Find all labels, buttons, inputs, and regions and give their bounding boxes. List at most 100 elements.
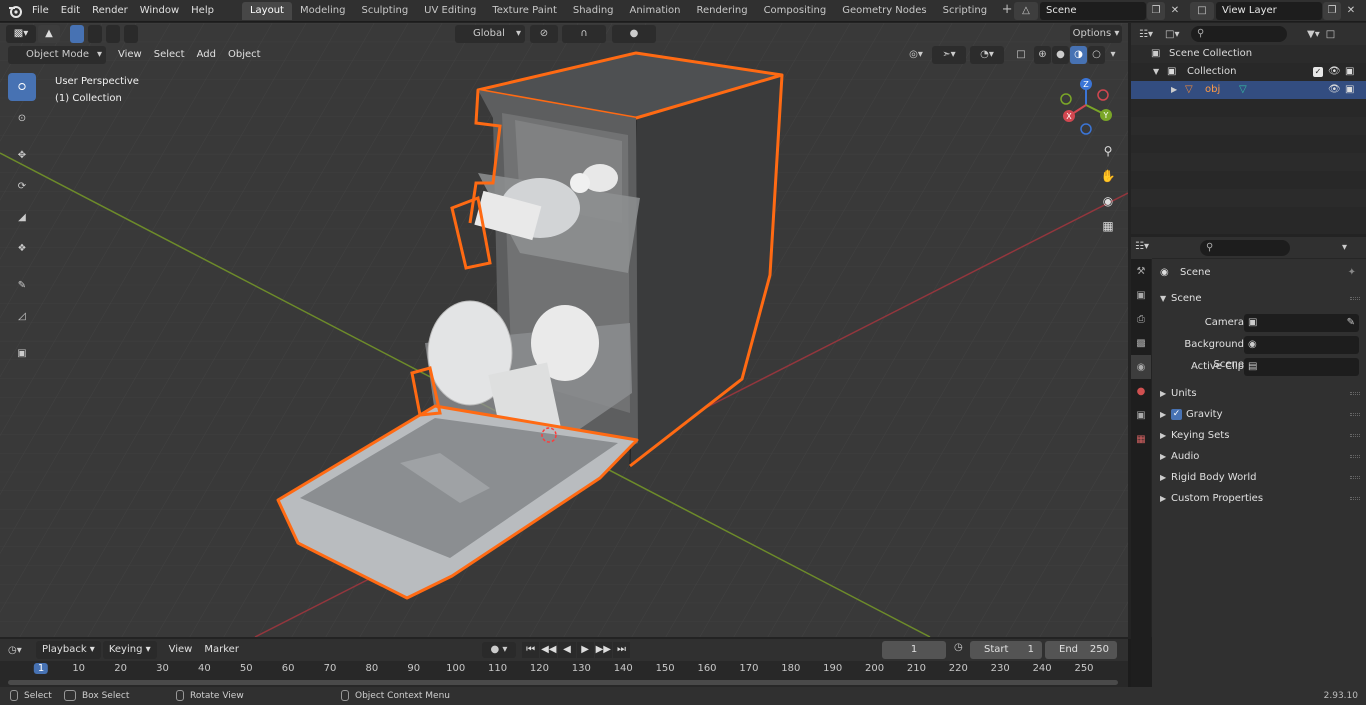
outliner-search-input[interactable]: ⚲: [1191, 26, 1287, 42]
audio-panel-header[interactable]: ▶ Audio: [1152, 446, 1366, 467]
gravity-panel-header[interactable]: ▶ ✓ Gravity: [1152, 404, 1366, 425]
select-box-tool-icon[interactable]: ⭘: [8, 73, 36, 101]
expand-arrow-icon[interactable]: ▶: [1171, 81, 1177, 99]
scale-tool-icon[interactable]: ◢: [8, 203, 36, 231]
timeline-menu-keying[interactable]: Keying ▾: [102, 641, 157, 659]
preview-range-icon[interactable]: ◷: [954, 642, 963, 653]
view-layer-tab-icon[interactable]: ▩: [1131, 331, 1151, 355]
pivot-point-icon[interactable]: ⊘: [530, 25, 558, 43]
properties-options-chevron-icon[interactable]: ▾: [1342, 242, 1347, 253]
add-cube-tool-icon[interactable]: ▣: [8, 339, 36, 367]
proportional-edit-icon[interactable]: ●: [612, 25, 656, 43]
rotate-tool-icon[interactable]: ⟳: [8, 172, 36, 200]
tab-compositing[interactable]: Compositing: [756, 2, 835, 20]
invert-selection-icon[interactable]: [124, 25, 138, 43]
active-clip-field[interactable]: ▤: [1244, 358, 1359, 376]
delete-view-layer-icon[interactable]: ✕: [1342, 2, 1360, 20]
overlays-toggle-icon[interactable]: ◔▾: [970, 46, 1004, 64]
play-reverse-icon[interactable]: ◀: [558, 642, 576, 658]
tab-sculpting[interactable]: Sculpting: [353, 2, 416, 20]
menu-window[interactable]: Window: [134, 0, 185, 22]
gravity-checkbox[interactable]: ✓: [1171, 409, 1182, 420]
view-layer-selector-icon[interactable]: □: [1190, 2, 1214, 20]
scene-properties-tab-icon[interactable]: ◉: [1131, 355, 1151, 379]
jump-start-icon[interactable]: ⏮: [522, 642, 540, 658]
tab-uv-editing[interactable]: UV Editing: [416, 2, 484, 20]
subtract-selection-icon[interactable]: [106, 25, 120, 43]
view-layer-field[interactable]: View Layer: [1216, 2, 1322, 20]
scene-selector-icon[interactable]: △: [1014, 2, 1038, 20]
properties-search-input[interactable]: ⚲: [1200, 239, 1290, 256]
navigation-gizmo[interactable]: Z Y X: [1058, 75, 1114, 135]
menu-help[interactable]: Help: [185, 0, 220, 22]
render-properties-tab-icon[interactable]: ▣: [1131, 283, 1151, 307]
new-scene-icon[interactable]: ❐: [1147, 2, 1165, 20]
output-properties-tab-icon[interactable]: ⎙: [1131, 307, 1151, 331]
material-preview-shading-icon[interactable]: ◑: [1070, 46, 1087, 64]
jump-end-icon[interactable]: ⏭: [612, 642, 631, 658]
extend-selection-icon[interactable]: [88, 25, 102, 43]
render-camera-icon[interactable]: ▣: [1345, 63, 1354, 81]
zoom-view-icon[interactable]: ⚲: [1097, 140, 1119, 162]
solid-shading-icon[interactable]: ●: [1052, 46, 1069, 64]
display-mode-icon[interactable]: □▾: [1165, 29, 1191, 40]
mode-dropdown[interactable]: Object Mode ▾: [8, 46, 106, 64]
filter-icon[interactable]: ▼▾: [1307, 29, 1320, 40]
custom-properties-panel-header[interactable]: ▶ Custom Properties: [1152, 488, 1366, 509]
rigid-body-world-panel-header[interactable]: ▶ Rigid Body World: [1152, 467, 1366, 488]
camera-field[interactable]: ▣ ✎: [1244, 314, 1359, 332]
camera-view-icon[interactable]: ◉: [1097, 190, 1119, 212]
tab-geometry-nodes[interactable]: Geometry Nodes: [834, 2, 934, 20]
viewport-menu-select[interactable]: Select: [148, 46, 191, 64]
wireframe-shading-icon[interactable]: ⊕: [1034, 46, 1051, 64]
menu-file[interactable]: File: [26, 0, 55, 22]
visibility-eye-icon[interactable]: 👁: [1328, 81, 1341, 99]
timeline-editor-type-icon[interactable]: ◷▾: [8, 645, 36, 656]
editor-type-icon[interactable]: ▩▾: [6, 25, 36, 43]
transform-orientation-dropdown[interactable]: Global ▾: [455, 25, 525, 43]
transform-tool-icon[interactable]: ❖: [8, 234, 36, 262]
current-frame-field[interactable]: 1: [882, 641, 946, 659]
tab-scripting[interactable]: Scripting: [935, 2, 995, 20]
new-view-layer-icon[interactable]: ❐: [1323, 2, 1341, 20]
drag-grip-icon[interactable]: [1350, 476, 1360, 479]
outliner-scene-collection[interactable]: ▣ Scene Collection: [1131, 45, 1366, 63]
menu-edit[interactable]: Edit: [55, 0, 86, 22]
eyedropper-icon[interactable]: ✎: [1347, 313, 1355, 333]
current-frame-marker[interactable]: 1: [33, 663, 49, 674]
record-keyframe-icon[interactable]: ● ▾: [482, 642, 516, 658]
next-keyframe-icon[interactable]: ▶▶: [594, 642, 612, 658]
background-scene-field[interactable]: ◉: [1244, 336, 1359, 354]
tool-settings-tab-icon[interactable]: ⚒: [1131, 259, 1151, 283]
collection-checkbox[interactable]: ✓: [1313, 67, 1323, 77]
pan-view-icon[interactable]: ✋: [1097, 165, 1119, 187]
play-icon[interactable]: ▶: [576, 642, 594, 658]
scene-name-field[interactable]: Scene: [1040, 2, 1146, 20]
rendered-shading-icon[interactable]: ○: [1088, 46, 1105, 64]
xray-toggle-icon[interactable]: □: [1014, 46, 1028, 64]
outliner-object-row[interactable]: ▶ ▽ obj ▽ 👁 ▣: [1131, 81, 1366, 99]
start-frame-field[interactable]: Start 1: [970, 641, 1042, 659]
select-mode-icon[interactable]: ▲: [38, 25, 60, 43]
drag-grip-icon[interactable]: [1350, 434, 1360, 437]
tab-rendering[interactable]: Rendering: [688, 2, 755, 20]
prev-keyframe-icon[interactable]: ◀◀: [540, 642, 558, 658]
pin-icon[interactable]: ✦: [1348, 263, 1356, 283]
properties-editor-type-icon[interactable]: ☷▾: [1131, 237, 1152, 259]
timeline-menu-view[interactable]: View: [163, 641, 199, 659]
viewport-menu-view[interactable]: View: [112, 46, 148, 64]
keying-sets-panel-header[interactable]: ▶ Keying Sets: [1152, 425, 1366, 446]
render-camera-icon[interactable]: ▣: [1345, 81, 1354, 99]
gizmo-toggle-icon[interactable]: ➣▾: [932, 46, 966, 64]
delete-scene-icon[interactable]: ✕: [1166, 2, 1184, 20]
collection-properties-tab-icon[interactable]: ▣: [1131, 403, 1151, 427]
tab-texture-paint[interactable]: Texture Paint: [484, 2, 565, 20]
annotate-tool-icon[interactable]: ✎: [8, 271, 36, 299]
scene-panel-header[interactable]: ▼ Scene: [1152, 288, 1366, 309]
visibility-filter-icon[interactable]: ◎▾: [902, 46, 930, 64]
new-collection-icon[interactable]: □: [1326, 29, 1335, 40]
cursor-tool-icon[interactable]: ⊙: [8, 104, 36, 132]
move-tool-icon[interactable]: ✥: [8, 141, 36, 169]
outliner-editor-type-icon[interactable]: ☷▾: [1139, 29, 1165, 40]
viewport-menu-add[interactable]: Add: [191, 46, 222, 64]
